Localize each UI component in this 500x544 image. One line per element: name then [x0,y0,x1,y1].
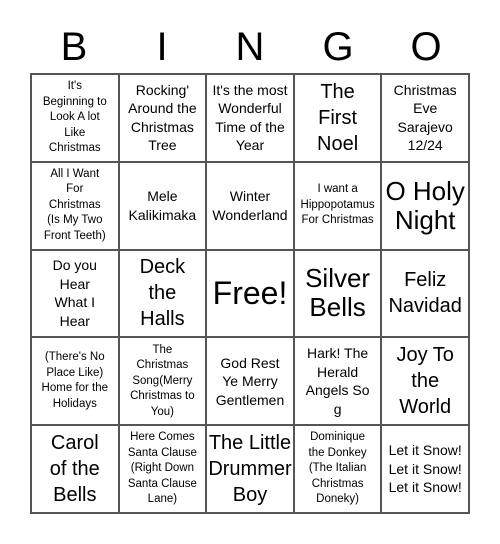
cell-text: It's the most Wonderful Time of the Year [212,81,288,154]
bingo-cell[interactable]: O Holy Night [381,161,469,250]
bingo-cell[interactable]: I want a Hippopotamus For Christmas [293,161,382,250]
bingo-cell[interactable]: Mele Kalikimaka [118,161,207,250]
bingo-cell[interactable]: It's Beginning to Look A lot Like Christ… [31,74,119,162]
bingo-cell[interactable]: The Little Drummer Boy [206,425,294,513]
cell-text: Hark! The Herald Angels So g [305,345,370,417]
bingo-cell[interactable]: Carol of the Bells [31,425,119,513]
cell-text: Silver Bells [305,263,371,323]
cell-text: All I Want For Christmas (Is My Two Fron… [43,167,106,242]
cell-text: I want a Hippopotamus For Christmas [300,183,375,227]
header-letter-b: B [60,25,88,69]
cell-text: Winter Wonderland [212,188,288,223]
cell-text: Let it Snow! Let it Snow! Let it Snow! [388,442,462,496]
bingo-cell[interactable]: (There's No Place Like) Home for the Hol… [31,337,119,426]
bingo-cell[interactable]: All I Want For Christmas (Is My Two Fron… [31,161,119,250]
cell-text: The Little Drummer Boy [208,432,292,507]
cell-text: Carol of the Bells [49,432,100,507]
cell-text: Dominique the Donkey (The Italian Christ… [308,431,367,506]
cell-text: God Rest Ye Merry Gentlemen [215,354,285,408]
cell-text: Christmas Eve Sarajevo 12/24 [393,81,457,154]
bingo-cell[interactable]: Deck the Halls [118,249,207,338]
free-space-cell[interactable]: Free! [206,249,294,338]
cell-text: O Holy Night [385,175,465,235]
cell-text: Rocking' Around the Christmas Tree [128,81,197,154]
cell-text: The First Noel [317,80,359,155]
bingo-cell[interactable]: The First Noel [293,74,382,162]
cell-text: Deck the Halls [139,256,186,331]
cell-text: Do you Hear What I Hear [52,257,97,329]
cell-text: Joy To the World [396,344,454,419]
bingo-cell[interactable]: Winter Wonderland [206,161,294,250]
header-letter-o: O [410,25,442,69]
bingo-cell[interactable]: It's the most Wonderful Time of the Year [206,74,294,162]
cell-text: The Christmas Song(Merry Christmas to Yo… [130,343,195,418]
bingo-cell[interactable]: Rocking' Around the Christmas Tree [118,74,207,162]
cell-text: Feliz Navidad [388,269,462,318]
bingo-header: B I N G O [30,22,470,72]
bingo-cell[interactable]: Do you Hear What I Hear [31,249,119,338]
cell-text: Mele Kalikimaka [128,188,197,223]
header-letter-n: N [235,25,265,69]
bingo-cell[interactable]: Hark! The Herald Angels So g [293,337,382,426]
bingo-cell[interactable]: Silver Bells [293,249,382,338]
bingo-cell[interactable]: Feliz Navidad [381,249,469,338]
bingo-cell[interactable]: The Christmas Song(Merry Christmas to Yo… [118,337,207,426]
bingo-cell[interactable]: Here Comes Santa Clause (Right Down Sant… [118,425,207,513]
cell-text: Here Comes Santa Clause (Right Down Sant… [127,431,197,506]
cell-text: (There's No Place Like) Home for the Hol… [41,351,109,410]
header-letter-g: G [322,25,354,69]
cell-text: It's Beginning to Look A lot Like Christ… [42,80,107,155]
bingo-cell[interactable]: God Rest Ye Merry Gentlemen [206,337,294,426]
bingo-cell[interactable]: Joy To the World [381,337,469,426]
bingo-cell[interactable]: Let it Snow! Let it Snow! Let it Snow! [381,425,469,513]
cell-text: Free! [212,275,288,312]
header-letter-i: I [156,25,168,69]
bingo-grid: It's Beginning to Look A lot Like Christ… [30,73,470,514]
bingo-cell[interactable]: Christmas Eve Sarajevo 12/24 [381,74,469,162]
bingo-cell[interactable]: Dominique the Donkey (The Italian Christ… [293,425,382,513]
